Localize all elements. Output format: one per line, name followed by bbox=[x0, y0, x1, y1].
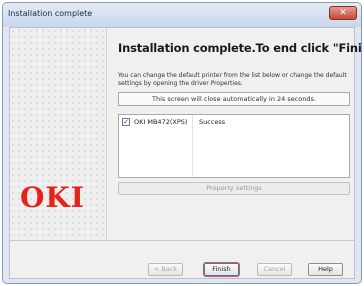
close-button[interactable]: ✕ bbox=[329, 6, 357, 20]
back-button[interactable]: < Back bbox=[148, 263, 183, 276]
property-settings-button[interactable]: Property settings bbox=[118, 182, 350, 195]
description-text: You can change the default printer from … bbox=[118, 72, 347, 87]
title-bar[interactable]: Installation complete ✕ bbox=[3, 3, 361, 27]
list-item[interactable]: ✓ OKI MB472(XPS) Success bbox=[121, 118, 347, 128]
page-heading: Installation complete.To end click "Fini… bbox=[118, 41, 362, 55]
printer-list[interactable]: ✓ OKI MB472(XPS) Success bbox=[118, 114, 350, 178]
close-icon: ✕ bbox=[339, 8, 347, 18]
install-status: Success bbox=[199, 118, 226, 126]
cancel-button[interactable]: Cancel bbox=[257, 263, 292, 276]
brand-side-panel: OKI bbox=[10, 28, 107, 240]
auto-close-notice: This screen will close automatically in … bbox=[118, 92, 350, 106]
help-button[interactable]: Help bbox=[308, 263, 343, 276]
finish-button[interactable]: Finish bbox=[204, 263, 239, 276]
default-printer-checkbox[interactable]: ✓ bbox=[122, 118, 130, 126]
oki-logo: OKI bbox=[20, 181, 85, 214]
check-icon: ✓ bbox=[123, 118, 129, 126]
window-title: Installation complete bbox=[8, 9, 93, 18]
dialog-body: OKI Installation complete.To end click "… bbox=[9, 27, 361, 279]
installer-window: Installation complete ✕ OKI Installation… bbox=[2, 2, 362, 284]
footer-divider bbox=[10, 240, 354, 241]
printer-name: OKI MB472(XPS) bbox=[134, 118, 188, 126]
